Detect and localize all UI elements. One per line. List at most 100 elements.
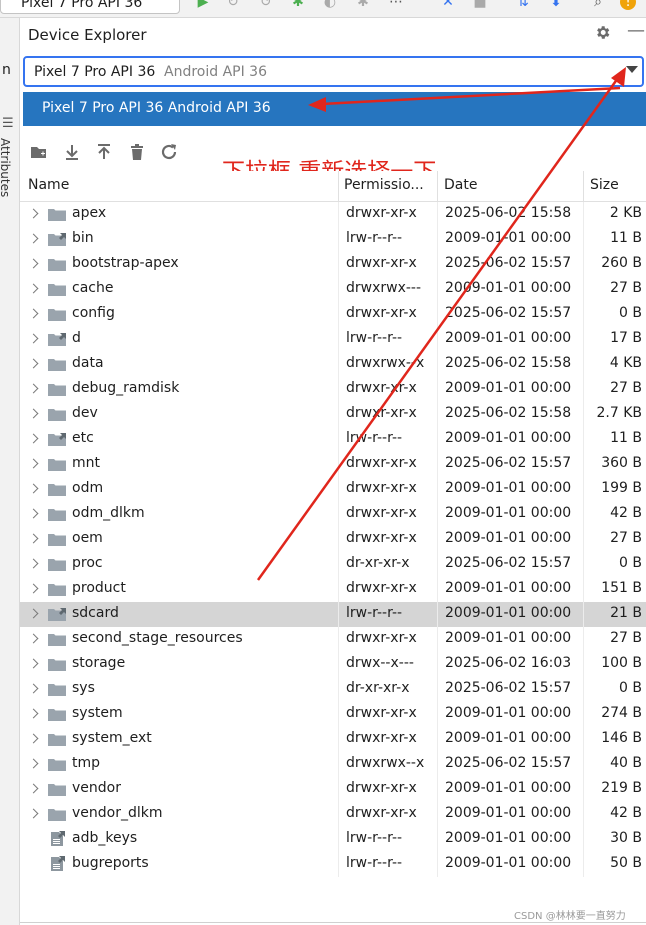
- device-selector-tab[interactable]: Pixel 7 Pro API 36: [0, 0, 180, 14]
- chevron-right-icon[interactable]: [28, 533, 39, 544]
- chevron-right-icon[interactable]: [28, 333, 39, 344]
- chevron-right-icon[interactable]: [28, 658, 39, 669]
- warning-icon[interactable]: !: [620, 0, 636, 10]
- sdk-manager-icon[interactable]: ⬇: [548, 0, 564, 10]
- chevron-right-icon[interactable]: [28, 783, 39, 794]
- dropdown-option-device[interactable]: Pixel 7 Pro API 36 Android API 36: [23, 92, 646, 126]
- minimize-icon[interactable]: —: [627, 20, 645, 41]
- device-manager-icon[interactable]: ⇅: [515, 0, 531, 10]
- attributes-tab[interactable]: Attributes: [0, 138, 12, 197]
- column-header-name[interactable]: Name: [28, 177, 69, 193]
- table-row[interactable]: etc lrw-r--r-- 2009-01-01 00:00 11 B: [20, 427, 646, 452]
- chevron-right-icon[interactable]: [28, 408, 39, 419]
- gear-icon[interactable]: [594, 24, 611, 41]
- new-folder-icon[interactable]: [29, 142, 49, 162]
- more-run-icon[interactable]: ⋯: [388, 0, 404, 10]
- chevron-right-icon[interactable]: [28, 608, 39, 619]
- debug-icon[interactable]: ✱: [290, 0, 306, 10]
- table-row[interactable]: sdcard lrw-r--r-- 2009-01-01 00:00 21 B: [20, 602, 646, 627]
- delete-icon[interactable]: [127, 142, 147, 162]
- chevron-right-icon[interactable]: [28, 808, 39, 819]
- chevron-right-icon[interactable]: [28, 383, 39, 394]
- table-row[interactable]: vendor drwxr-xr-x 2009-01-01 00:00 219 B: [20, 777, 646, 802]
- refresh-icon[interactable]: [159, 142, 179, 162]
- chevron-right-icon[interactable]: [28, 733, 39, 744]
- chevron-right-icon[interactable]: [28, 558, 39, 569]
- table-row[interactable]: storage drwx--x--- 2025-06-02 16:03 100 B: [20, 652, 646, 677]
- chevron-right-icon[interactable]: [28, 283, 39, 294]
- table-row[interactable]: vendor_dlkm drwxr-xr-x 2009-01-01 00:00 42 …: [20, 802, 646, 827]
- folder-icon: [48, 359, 66, 371]
- chevron-down-icon[interactable]: [626, 66, 638, 73]
- sync-icon[interactable]: ✕: [440, 0, 456, 10]
- column-divider[interactable]: [338, 171, 339, 201]
- apply-code-icon[interactable]: ↺: [258, 0, 274, 10]
- column-divider[interactable]: [437, 171, 438, 201]
- run-icon[interactable]: ▶: [195, 0, 211, 10]
- chevron-right-icon[interactable]: [28, 358, 39, 369]
- profile-icon[interactable]: ◐: [322, 0, 338, 10]
- chevron-right-icon[interactable]: [28, 683, 39, 694]
- file-name: etc: [72, 430, 94, 446]
- chevron-right-icon[interactable]: [28, 433, 39, 444]
- download-icon[interactable]: [62, 142, 82, 162]
- chevron-right-icon[interactable]: [28, 758, 39, 769]
- file-size: 40 B: [610, 755, 642, 771]
- table-row[interactable]: odm_dlkm drwxr-xr-x 2009-01-01 00:00 42 B: [20, 502, 646, 527]
- chevron-right-icon[interactable]: [28, 708, 39, 719]
- chevron-right-icon[interactable]: [28, 308, 39, 319]
- attach-icon[interactable]: ✱: [355, 0, 371, 10]
- search-icon[interactable]: ⌕: [590, 0, 606, 10]
- table-row[interactable]: apex drwxr-xr-x 2025-06-02 15:58 2 KB: [20, 202, 646, 227]
- table-row[interactable]: system_ext drwxr-xr-x 2009-01-01 00:00 146 …: [20, 727, 646, 752]
- chevron-right-icon[interactable]: [28, 483, 39, 494]
- apply-changes-icon[interactable]: ↻: [225, 0, 241, 10]
- table-row[interactable]: oem drwxr-xr-x 2009-01-01 00:00 27 B: [20, 527, 646, 552]
- table-row[interactable]: adb_keys lrw-r--r-- 2009-01-01 00:00 30 B: [20, 827, 646, 852]
- table-row[interactable]: bugreports lrw-r--r-- 2009-01-01 00:00 50 B: [20, 852, 646, 877]
- folder-icon: [48, 309, 66, 321]
- table-row[interactable]: data drwxrwx--x 2025-06-02 15:58 4 KB: [20, 352, 646, 377]
- table-row[interactable]: cache drwxrwx--- 2009-01-01 00:00 27 B: [20, 277, 646, 302]
- sliders-icon[interactable]: ☰: [2, 116, 14, 131]
- table-row[interactable]: system drwxr-xr-x 2009-01-01 00:00 274 B: [20, 702, 646, 727]
- file-permissions: drwxr-xr-x: [346, 530, 417, 546]
- chevron-right-icon[interactable]: [28, 208, 39, 219]
- file-link-icon: [51, 856, 65, 871]
- chevron-right-icon[interactable]: [28, 633, 39, 644]
- table-row[interactable]: odm drwxr-xr-x 2009-01-01 00:00 199 B: [20, 477, 646, 502]
- chevron-right-icon[interactable]: [28, 583, 39, 594]
- file-permissions: lrw-r--r--: [346, 605, 403, 621]
- table-row[interactable]: bin lrw-r--r-- 2009-01-01 00:00 11 B: [20, 227, 646, 252]
- file-size: 27 B: [610, 280, 642, 296]
- table-row[interactable]: config drwxr-xr-x 2025-06-02 15:57 0 B: [20, 302, 646, 327]
- chevron-right-icon[interactable]: [28, 458, 39, 469]
- file-permissions: drwxr-xr-x: [346, 405, 417, 421]
- table-row[interactable]: bootstrap-apex drwxr-xr-x 2025-06-02 15:57…: [20, 252, 646, 277]
- chevron-right-icon[interactable]: [28, 258, 39, 269]
- column-header-permissions[interactable]: Permissio...: [344, 177, 436, 193]
- file-date: 2025-06-02 16:03: [445, 655, 572, 671]
- file-size: 219 B: [601, 780, 642, 796]
- table-row[interactable]: proc dr-xr-xr-x 2025-06-02 15:57 0 B: [20, 552, 646, 577]
- table-row[interactable]: product drwxr-xr-x 2009-01-01 00:00 151 B: [20, 577, 646, 602]
- column-header-date[interactable]: Date: [444, 177, 477, 193]
- chevron-right-icon[interactable]: [28, 233, 39, 244]
- table-row[interactable]: sys dr-xr-xr-x 2025-06-02 15:57 0 B: [20, 677, 646, 702]
- table-row[interactable]: second_stage_resources drwxr-xr-x 2009-01-…: [20, 627, 646, 652]
- table-row[interactable]: d lrw-r--r-- 2009-01-01 00:00 17 B: [20, 327, 646, 352]
- table-row[interactable]: mnt drwxr-xr-x 2025-06-02 15:57 360 B: [20, 452, 646, 477]
- column-header-size[interactable]: Size: [590, 177, 619, 193]
- table-row[interactable]: tmp drwxrwx--x 2025-06-02 15:57 40 B: [20, 752, 646, 777]
- column-divider[interactable]: [583, 171, 584, 201]
- table-row[interactable]: debug_ramdisk drwxr-xr-x 2009-01-01 00:00 2…: [20, 377, 646, 402]
- table-row[interactable]: dev drwxr-xr-x 2025-06-02 15:58 2.7 KB: [20, 402, 646, 427]
- chevron-right-icon[interactable]: [28, 508, 39, 519]
- upload-icon[interactable]: [94, 142, 114, 162]
- file-size: 2 KB: [609, 205, 642, 221]
- stop-icon[interactable]: ■: [472, 0, 488, 10]
- device-combobox[interactable]: Pixel 7 Pro API 36 Android API 36: [23, 56, 644, 87]
- file-date: 2009-01-01 00:00: [445, 830, 572, 846]
- folder-icon: [48, 209, 66, 221]
- file-tree-table: apex drwxr-xr-x 2025-06-02 15:58 2 KB bin lrw…: [20, 202, 646, 877]
